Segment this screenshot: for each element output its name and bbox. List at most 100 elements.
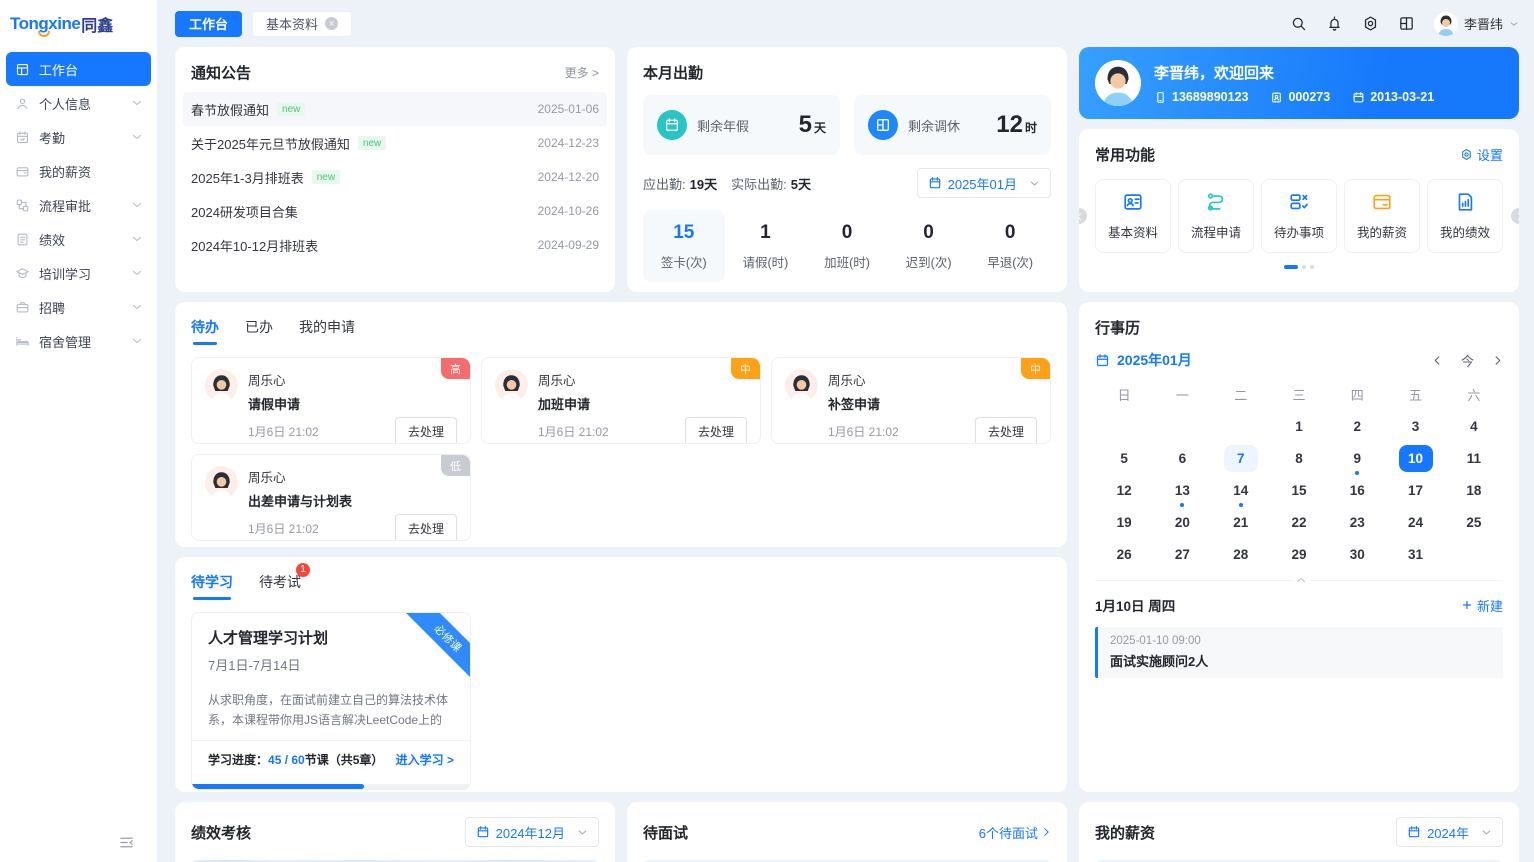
page-tab-基本资料[interactable]: 基本资料 bbox=[252, 11, 352, 37]
notices-more-link[interactable]: 更多 > bbox=[565, 64, 599, 81]
calendar-day[interactable]: 3 bbox=[1386, 410, 1444, 442]
calendar-month-picker[interactable]: 2025年01月 bbox=[1095, 350, 1192, 370]
notice-row[interactable]: 关于2025年元旦节放假通知new2024-12-23 bbox=[183, 126, 607, 160]
sidebar-item-doc[interactable]: 绩效 bbox=[6, 222, 151, 256]
calendar-day[interactable]: 16 bbox=[1328, 474, 1386, 506]
calendar-day[interactable]: 1 bbox=[1270, 410, 1328, 442]
calendar-day[interactable]: 7 bbox=[1212, 442, 1270, 474]
quick-action-checklist[interactable]: 待办事项 bbox=[1261, 179, 1337, 253]
attendance-stat: 0早退(次) bbox=[969, 210, 1051, 282]
handle-todo-button[interactable]: 去处理 bbox=[395, 514, 457, 541]
calendar-prev-button[interactable] bbox=[1432, 355, 1443, 366]
calendar-day[interactable]: 31 bbox=[1386, 538, 1444, 570]
calendar-day[interactable]: 30 bbox=[1328, 538, 1386, 570]
calendar-day[interactable]: 15 bbox=[1270, 474, 1328, 506]
calendar-day[interactable]: 5 bbox=[1095, 442, 1153, 474]
handle-todo-button[interactable]: 去处理 bbox=[395, 417, 457, 444]
calendar-day[interactable]: 24 bbox=[1386, 506, 1444, 538]
user-avatar bbox=[1434, 12, 1458, 36]
todo-tab-我的申请[interactable]: 我的申请 bbox=[299, 317, 355, 345]
sidebar-item-wallet[interactable]: 我的薪资 bbox=[6, 154, 151, 188]
sidebar-item-bed[interactable]: 宿舍管理 bbox=[6, 324, 151, 358]
sidebar-item-dashboard[interactable]: 工作台 bbox=[6, 52, 151, 86]
interview-count-link[interactable]: 6个待面试 bbox=[979, 823, 1051, 842]
calendar-day[interactable]: 11 bbox=[1445, 442, 1503, 474]
performance-month-picker[interactable]: 2024年12月 bbox=[465, 817, 599, 847]
handle-todo-button[interactable]: 去处理 bbox=[685, 417, 747, 444]
sidebar-item-calendar-check[interactable]: 考勤 bbox=[6, 120, 151, 154]
calendar-day[interactable]: 27 bbox=[1153, 538, 1211, 570]
dashboard-grid: 通知公告 更多 > 春节放假通知new2025-01-06关于2025年元旦节放… bbox=[175, 47, 1519, 862]
tab-close-icon[interactable] bbox=[325, 17, 338, 30]
search-icon[interactable] bbox=[1290, 15, 1307, 32]
handle-todo-button[interactable]: 去处理 bbox=[975, 417, 1037, 444]
quick-action-salary-card[interactable]: 我的薪资 bbox=[1344, 179, 1420, 253]
notice-row[interactable]: 春节放假通知new2025-01-06 bbox=[183, 92, 607, 126]
calendar-day[interactable]: 18 bbox=[1445, 474, 1503, 506]
carousel-next-button[interactable] bbox=[1511, 208, 1519, 224]
learning-tab-待考试[interactable]: 待考试1 bbox=[259, 572, 301, 600]
carousel-dot-active[interactable] bbox=[1284, 265, 1298, 269]
sidebar-item-user[interactable]: 个人信息 bbox=[6, 86, 151, 120]
attendance-title: 本月出勤 bbox=[643, 62, 1051, 83]
calendar-day[interactable]: 14 bbox=[1212, 474, 1270, 506]
quick-action-id-card[interactable]: 基本资料 bbox=[1095, 179, 1171, 253]
carousel-dot[interactable] bbox=[1310, 265, 1314, 269]
salary-year-picker[interactable]: 2024年 bbox=[1396, 817, 1503, 847]
calendar-day[interactable]: 19 bbox=[1095, 506, 1153, 538]
carousel-dot[interactable] bbox=[1302, 265, 1306, 269]
calendar-day[interactable]: 28 bbox=[1212, 538, 1270, 570]
calendar-day[interactable]: 25 bbox=[1445, 506, 1503, 538]
attendance-month-picker[interactable]: 2025年01月 bbox=[917, 168, 1051, 198]
sidebar-item-graduation[interactable]: 培训学习 bbox=[6, 256, 151, 290]
calendar-collapse-icon[interactable] bbox=[1291, 574, 1311, 586]
calendar-day[interactable]: 2 bbox=[1328, 410, 1386, 442]
notice-row[interactable]: 2025年1-3月排班表new2024-12-20 bbox=[183, 160, 607, 194]
page-tab-工作台[interactable]: 工作台 bbox=[175, 11, 242, 37]
calendar-day[interactable]: 12 bbox=[1095, 474, 1153, 506]
quick-actions-settings-button[interactable]: 设置 bbox=[1460, 145, 1503, 164]
sidebar-item-flow[interactable]: 流程审批 bbox=[6, 188, 151, 222]
calendar-day[interactable]: 20 bbox=[1153, 506, 1211, 538]
calendar-day[interactable]: 26 bbox=[1095, 538, 1153, 570]
calendar-day[interactable]: 6 bbox=[1153, 442, 1211, 474]
carousel-prev-button[interactable] bbox=[1079, 208, 1087, 224]
calendar-day[interactable]: 29 bbox=[1270, 538, 1328, 570]
apps-grid-icon[interactable] bbox=[1398, 15, 1415, 32]
sidebar-item-briefcase[interactable]: 招聘 bbox=[6, 290, 151, 324]
bed-icon bbox=[15, 334, 30, 349]
learning-tab-待学习[interactable]: 待学习 bbox=[191, 572, 233, 600]
quick-action-report[interactable]: 我的绩效 bbox=[1427, 179, 1503, 253]
calendar-day[interactable]: 23 bbox=[1328, 506, 1386, 538]
collapse-sidebar-icon[interactable] bbox=[118, 834, 135, 851]
user-menu[interactable]: 李晋纬 bbox=[1434, 12, 1519, 36]
new-event-button[interactable]: 新建 bbox=[1461, 596, 1503, 615]
notice-row[interactable]: 2024研发项目合集2024-10-26 bbox=[183, 194, 607, 228]
phone-icon bbox=[1154, 91, 1167, 104]
attendance-card: 本月出勤 剩余年假5天剩余调休12时 应出勤: 19天 实际出勤: 5天 202… bbox=[627, 47, 1067, 292]
attendance-stat: 0迟到(次) bbox=[888, 210, 970, 282]
course-card[interactable]: 必修课 人才管理学习计划 7月1日-7月14日 从求职角度，在面试前建立自己的算… bbox=[191, 612, 471, 790]
notice-row[interactable]: 2024年10-12月排班表2024-09-29 bbox=[183, 228, 607, 262]
calendar-day[interactable]: 10 bbox=[1386, 442, 1444, 474]
calendar-day[interactable]: 17 bbox=[1386, 474, 1444, 506]
calendar-day[interactable]: 4 bbox=[1445, 410, 1503, 442]
calendar-day[interactable]: 13 bbox=[1153, 474, 1211, 506]
calendar-day[interactable]: 21 bbox=[1212, 506, 1270, 538]
applicant-avatar bbox=[495, 369, 528, 402]
todo-tab-已办[interactable]: 已办 bbox=[245, 317, 273, 345]
exam-count-badge: 1 bbox=[296, 563, 310, 577]
todo-tab-待办[interactable]: 待办 bbox=[191, 317, 219, 345]
quick-action-route[interactable]: 流程申请 bbox=[1178, 179, 1254, 253]
calendar-day[interactable]: 8 bbox=[1270, 442, 1328, 474]
settings-gear-icon[interactable] bbox=[1362, 15, 1379, 32]
calendar-today-button[interactable]: 今 bbox=[1461, 351, 1474, 370]
calendar-day[interactable]: 22 bbox=[1270, 506, 1328, 538]
calendar-day[interactable]: 9 bbox=[1328, 442, 1386, 474]
calendar-next-button[interactable] bbox=[1492, 355, 1503, 366]
calendar-event[interactable]: 2025-01-10 09:00面试实施顾问2人 bbox=[1095, 627, 1503, 678]
calendar-title: 行事历 bbox=[1095, 317, 1503, 338]
enter-learning-link[interactable]: 进入学习 > bbox=[396, 751, 454, 768]
todo-item: 中周乐心加班申请1月6日 21:02去处理 bbox=[481, 357, 761, 444]
notifications-bell-icon[interactable] bbox=[1326, 15, 1343, 32]
